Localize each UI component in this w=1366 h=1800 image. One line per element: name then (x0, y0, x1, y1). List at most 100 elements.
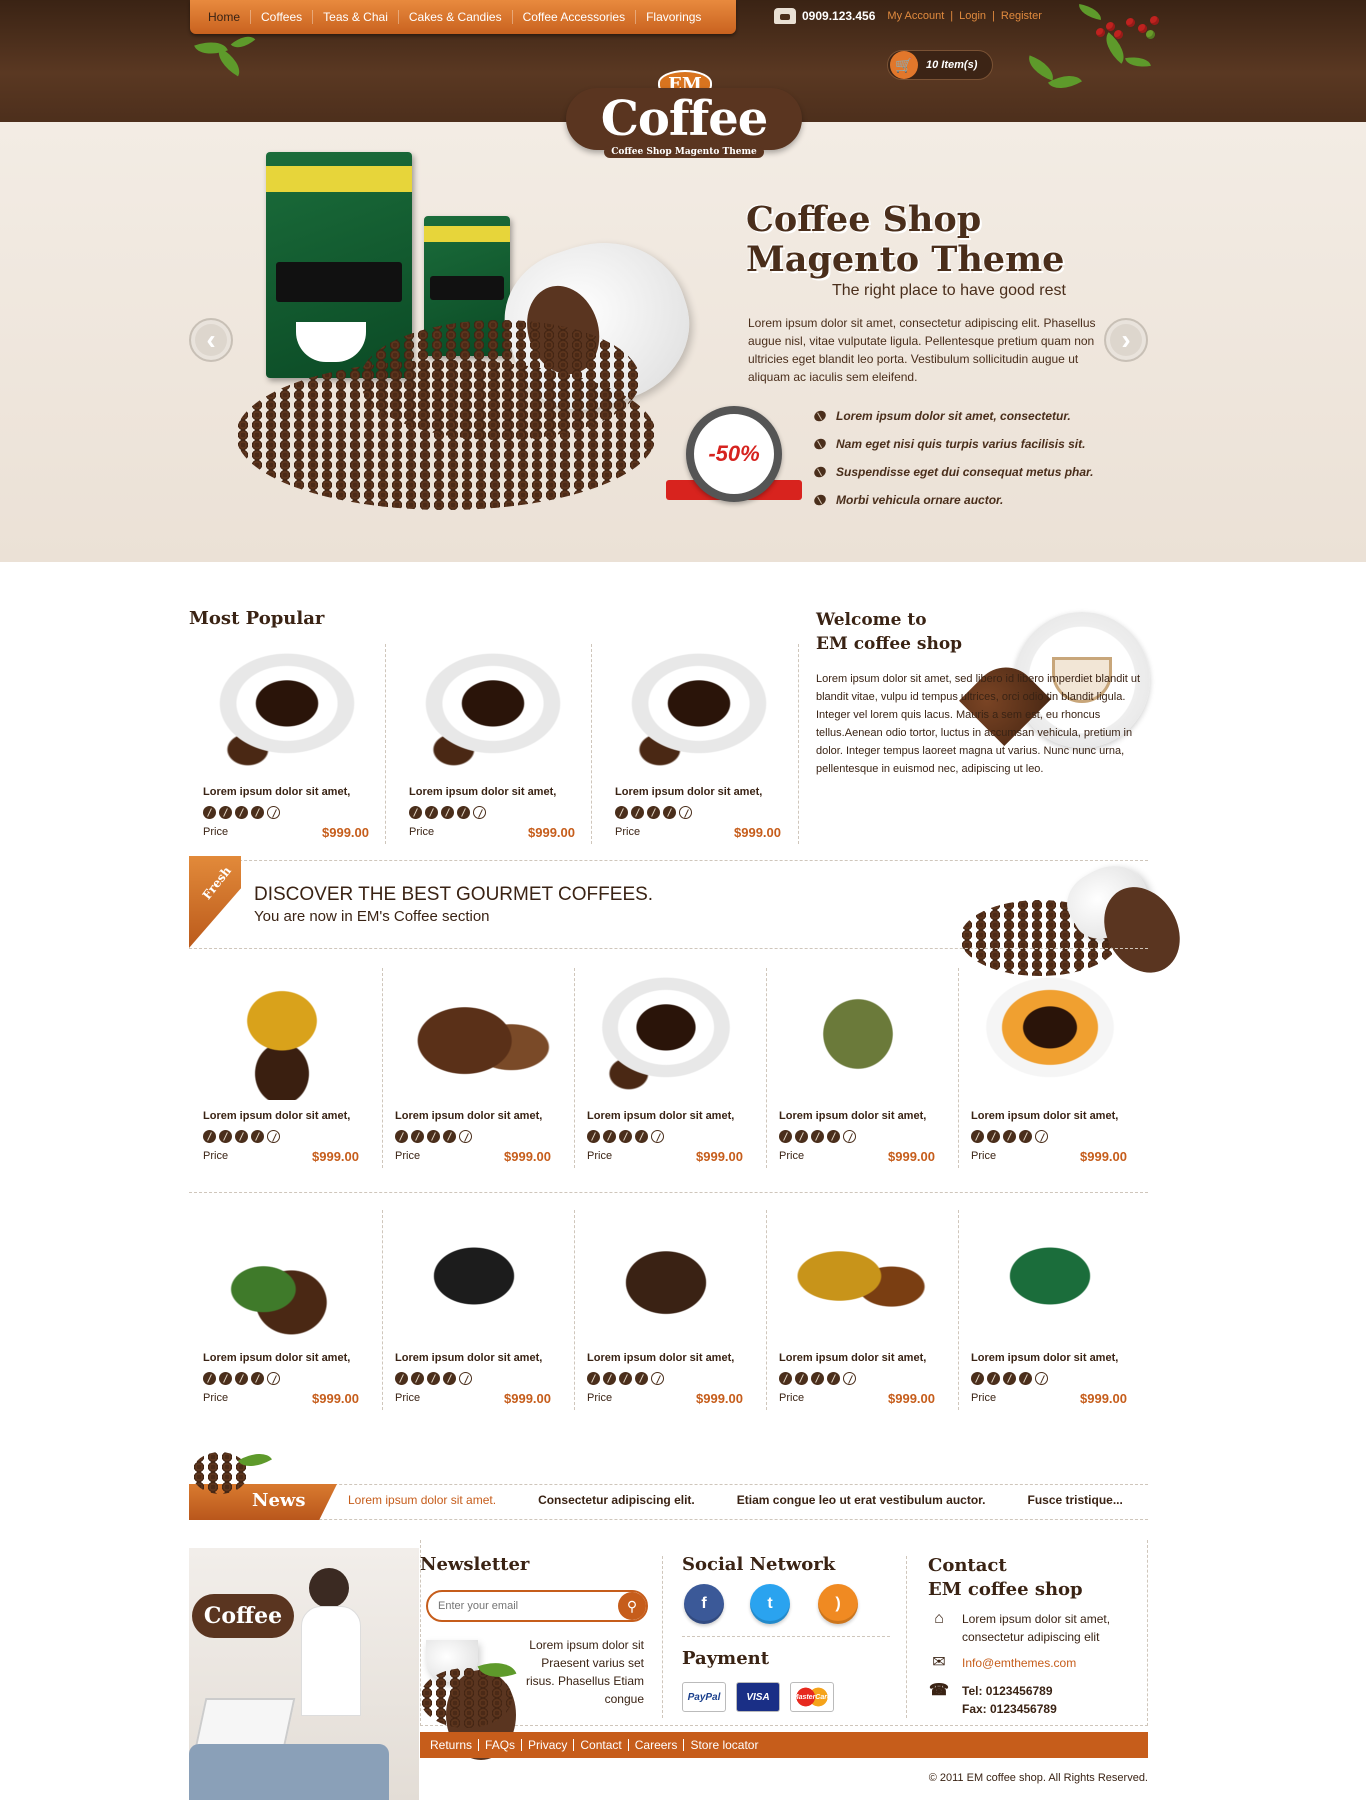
slider-next-button[interactable]: › (1104, 318, 1148, 362)
product-name[interactable]: Lorem ipsum dolor sit amet, (587, 1110, 734, 1122)
divider (189, 1192, 1148, 1193)
news-item[interactable]: Fusce tristique... (1027, 1493, 1122, 1507)
product-card[interactable]: Lorem ipsum dolor sit amet, Price $999.0… (189, 968, 375, 1168)
product-name[interactable]: Lorem ipsum dolor sit amet, (409, 786, 556, 798)
product-card[interactable]: Lorem ipsum dolor sit amet, Price $999.0… (381, 968, 567, 1168)
slider-prev-button[interactable]: ‹ (189, 318, 233, 362)
rating-bean-icon (651, 1130, 664, 1143)
footer-logo[interactable]: Coffee (192, 1594, 294, 1638)
product-card[interactable]: Lorem ipsum dolor sit amet, Price $999.0… (573, 968, 759, 1168)
news-item[interactable]: Consectetur adipiscing elit. (538, 1493, 695, 1507)
product-name[interactable]: Lorem ipsum dolor sit amet, (615, 786, 762, 798)
product-card[interactable]: Lorem ipsum dolor sit amet, Price $999.0… (601, 644, 797, 844)
product-name[interactable]: Lorem ipsum dolor sit amet, (971, 1110, 1118, 1122)
divider (682, 1636, 890, 1637)
product-image[interactable] (957, 1210, 1143, 1342)
rating-bean-icon (409, 806, 422, 819)
nav-coffee-accessories[interactable]: Coffee Accessories (513, 10, 637, 24)
product-card[interactable]: Lorem ipsum dolor sit amet, Price $999.0… (957, 1210, 1143, 1410)
rating-bean-icon (443, 1130, 456, 1143)
rating-bean-icon (459, 1372, 472, 1385)
email-link[interactable]: Info@emthemes.com (962, 1654, 1076, 1672)
product-rating (395, 1372, 472, 1385)
product-image[interactable] (381, 968, 567, 1100)
product-card[interactable]: Lorem ipsum dolor sit amet, Price $999.0… (381, 1210, 567, 1410)
product-card[interactable]: Lorem ipsum dolor sit amet, Price $999.0… (957, 968, 1143, 1168)
product-name[interactable]: Lorem ipsum dolor sit amet, (203, 1352, 350, 1364)
list-item: Suspendisse eget dui consequat metus pha… (812, 458, 1093, 486)
coffee-bean-icon (812, 436, 828, 452)
rss-icon[interactable]: ) (818, 1584, 858, 1624)
news-items: Lorem ipsum dolor sit amet. Consectetur … (348, 1493, 1123, 1507)
footer-link-faqs[interactable]: FAQs (479, 1739, 523, 1751)
product-card[interactable]: Lorem ipsum dolor sit amet, Price $999.0… (189, 644, 385, 844)
product-image[interactable] (957, 968, 1143, 1100)
product-card[interactable]: Lorem ipsum dolor sit amet, Price $999.0… (765, 1210, 951, 1410)
product-image[interactable] (381, 1210, 567, 1342)
product-rating (971, 1372, 1048, 1385)
product-price: $999.00 (504, 1391, 551, 1406)
footer-link-returns[interactable]: Returns (430, 1739, 480, 1751)
product-image[interactable] (765, 1210, 951, 1342)
product-card[interactable]: Lorem ipsum dolor sit amet, Price $999.0… (765, 968, 951, 1168)
product-card[interactable]: Lorem ipsum dolor sit amet, Price $999.0… (189, 1210, 375, 1410)
newsletter-email-input[interactable] (426, 1590, 648, 1622)
footer-link-contact[interactable]: Contact (574, 1739, 629, 1751)
coffee-bean-icon (812, 492, 828, 508)
welcome-text: Lorem ipsum dolor sit amet, sed libero i… (816, 673, 1141, 775)
product-image[interactable] (573, 968, 759, 1100)
nav-coffees[interactable]: Coffees (251, 10, 314, 24)
price-label: Price (395, 1150, 421, 1162)
news-item[interactable]: Etiam congue leo ut erat vestibulum auct… (737, 1493, 986, 1507)
product-image[interactable] (601, 644, 797, 776)
footer-link-careers[interactable]: Careers (629, 1739, 685, 1751)
product-name[interactable]: Lorem ipsum dolor sit amet, (587, 1352, 734, 1364)
rating-bean-icon (459, 1130, 472, 1143)
nav-home[interactable]: Home (198, 10, 252, 24)
my-account-link[interactable]: My Account (887, 10, 944, 22)
product-image[interactable] (189, 968, 375, 1100)
phone-icon: ☎ (929, 1682, 949, 1699)
register-link[interactable]: Register (1001, 10, 1042, 22)
product-image[interactable] (765, 968, 951, 1100)
product-image[interactable] (189, 1210, 375, 1342)
product-card[interactable]: Lorem ipsum dolor sit amet, Price $999.0… (395, 644, 591, 844)
nav-flavorings[interactable]: Flavorings (636, 10, 711, 24)
contact-phone: ☎ Tel: 0123456789 Fax: 0123456789 (929, 1682, 1057, 1716)
product-name[interactable]: Lorem ipsum dolor sit amet, (203, 1110, 350, 1122)
product-name[interactable]: Lorem ipsum dolor sit amet, (395, 1352, 542, 1364)
payment-heading: Payment (682, 1648, 770, 1669)
rating-bean-icon (843, 1130, 856, 1143)
footer-link-privacy[interactable]: Privacy (522, 1739, 575, 1751)
woman-laptop-image (189, 1548, 419, 1800)
footer-link-store-locator[interactable]: Store locator (684, 1739, 764, 1751)
product-card[interactable]: Lorem ipsum dolor sit amet, Price $999.0… (573, 1210, 759, 1410)
divider (766, 968, 767, 1168)
twitter-icon[interactable]: t (750, 1584, 790, 1624)
product-name[interactable]: Lorem ipsum dolor sit amet, (395, 1110, 542, 1122)
product-price: $999.00 (312, 1149, 359, 1164)
nav-cakes-candies[interactable]: Cakes & Candies (399, 10, 513, 24)
product-image[interactable] (395, 644, 591, 776)
product-image[interactable] (573, 1210, 759, 1342)
cart-button[interactable]: 🛒 10 Item(s) (887, 50, 993, 80)
product-name[interactable]: Lorem ipsum dolor sit amet, (971, 1352, 1118, 1364)
header-utility: 0909.123.456 My Account | Login | Regist… (774, 8, 1042, 24)
product-name[interactable]: Lorem ipsum dolor sit amet, (203, 786, 350, 798)
login-link[interactable]: Login (959, 10, 986, 22)
product-image[interactable] (189, 644, 385, 776)
rating-bean-icon (619, 1372, 632, 1385)
rating-bean-icon (587, 1130, 600, 1143)
site-logo[interactable]: EM Coffee Coffee Shop Magento Theme (566, 70, 802, 162)
rating-bean-icon (1019, 1372, 1032, 1385)
newsletter-submit-button[interactable]: ⚲ (618, 1592, 646, 1620)
news-item[interactable]: Lorem ipsum dolor sit amet. (348, 1493, 496, 1507)
nav-teas-chai[interactable]: Teas & Chai (313, 10, 399, 24)
facebook-icon[interactable]: f (684, 1584, 724, 1624)
rating-bean-icon (795, 1372, 808, 1385)
search-icon: ⚲ (626, 1597, 638, 1614)
product-name[interactable]: Lorem ipsum dolor sit amet, (779, 1352, 926, 1364)
product-name[interactable]: Lorem ipsum dolor sit amet, (779, 1110, 926, 1122)
cart-count: 10 Item(s) (926, 59, 978, 71)
rating-bean-icon (971, 1372, 984, 1385)
